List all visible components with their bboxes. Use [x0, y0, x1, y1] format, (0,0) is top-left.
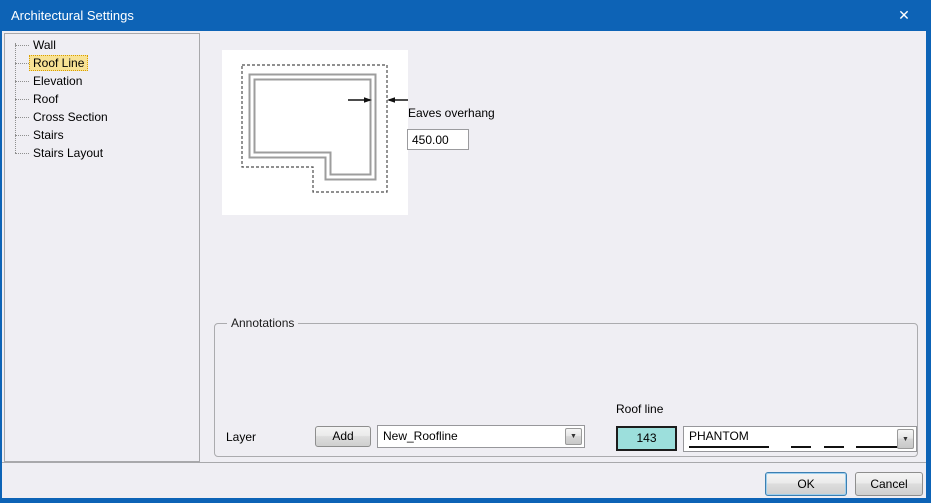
tree-item-roof[interactable]: Roof	[5, 90, 199, 108]
roofline-plan-drawing	[222, 50, 408, 215]
tree-item-label: Roof	[29, 91, 62, 107]
window-border-left	[0, 0, 2, 503]
tree-item-elevation[interactable]: Elevation	[5, 72, 199, 90]
tree-leader	[15, 153, 29, 154]
eaves-overhang-input[interactable]	[407, 129, 469, 150]
chevron-down-icon[interactable]: ▼	[565, 428, 582, 445]
window-title: Architectural Settings	[11, 8, 134, 23]
tree-leader	[15, 117, 29, 118]
annotations-group-label: Annotations	[227, 316, 298, 330]
layer-select-value: New_Roofline	[383, 429, 458, 443]
tree-item-stairs-layout[interactable]: Stairs Layout	[5, 144, 199, 162]
window-border-right	[926, 0, 931, 503]
add-layer-button[interactable]: Add	[315, 426, 371, 447]
linetype-preview-segment	[824, 446, 844, 448]
tree-item-roof-line[interactable]: Roof Line	[5, 54, 199, 72]
tree-item-label: Roof Line	[29, 55, 88, 71]
window-border-bottom	[0, 498, 931, 503]
cancel-button[interactable]: Cancel	[855, 472, 923, 496]
ok-button[interactable]: OK	[765, 472, 847, 496]
tree-leader	[15, 135, 29, 136]
chevron-down-icon[interactable]: ▼	[897, 429, 914, 449]
tree-item-label: Wall	[29, 37, 60, 53]
tree-item-label: Cross Section	[29, 109, 112, 125]
tree-item-label: Elevation	[29, 73, 86, 89]
titlebar: Architectural Settings	[0, 0, 931, 31]
architectural-settings-dialog: Architectural Settings ✕ Wall Roof Line …	[0, 0, 931, 503]
tree-item-cross-section[interactable]: Cross Section	[5, 108, 199, 126]
tree-leader	[15, 45, 29, 46]
linetype-preview-segment	[791, 446, 811, 448]
linetype-preview-segment	[856, 446, 898, 448]
roofline-color-swatch[interactable]: 143	[616, 426, 677, 451]
tree-leader	[15, 63, 29, 64]
tree-leader	[15, 81, 29, 82]
linetype-select-value: PHANTOM	[689, 429, 749, 443]
tree-item-label: Stairs Layout	[29, 145, 107, 161]
tree-item-label: Stairs	[29, 127, 68, 143]
layer-label: Layer	[226, 430, 256, 444]
layer-select[interactable]: New_Roofline ▼	[377, 425, 585, 448]
close-icon[interactable]: ✕	[885, 0, 923, 31]
tree-leader	[15, 99, 29, 100]
settings-tree-panel: Wall Roof Line Elevation Roof Cross Sect…	[4, 33, 200, 462]
linetype-select[interactable]: PHANTOM ▼	[683, 426, 917, 452]
roof-line-label: Roof line	[616, 402, 663, 416]
footer-separator	[2, 462, 926, 463]
settings-tree: Wall Roof Line Elevation Roof Cross Sect…	[5, 34, 199, 162]
tree-item-stairs[interactable]: Stairs	[5, 126, 199, 144]
eaves-overhang-diagram	[222, 50, 408, 215]
linetype-preview-segment	[689, 446, 769, 448]
tree-item-wall[interactable]: Wall	[5, 36, 199, 54]
eaves-overhang-label: Eaves overhang	[408, 106, 495, 120]
